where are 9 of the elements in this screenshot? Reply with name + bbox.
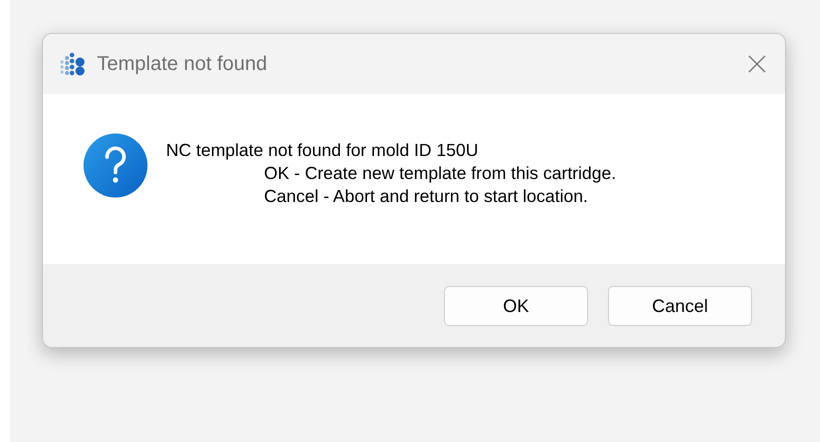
close-icon[interactable] — [747, 54, 767, 74]
dialog-button[interactable]: OK — [444, 286, 588, 326]
app-logo-icon — [59, 52, 87, 76]
message-text: NC template not found for mold ID 150U — [166, 139, 480, 162]
window-title: Template not found — [97, 52, 268, 77]
question-icon — [83, 133, 148, 198]
dialog-button[interactable]: Cancel — [608, 286, 752, 326]
message-text: OK - Create new template from this cartridge. — [263, 162, 616, 185]
message-text: Cancel - Abort and return to start location. — [263, 185, 589, 208]
